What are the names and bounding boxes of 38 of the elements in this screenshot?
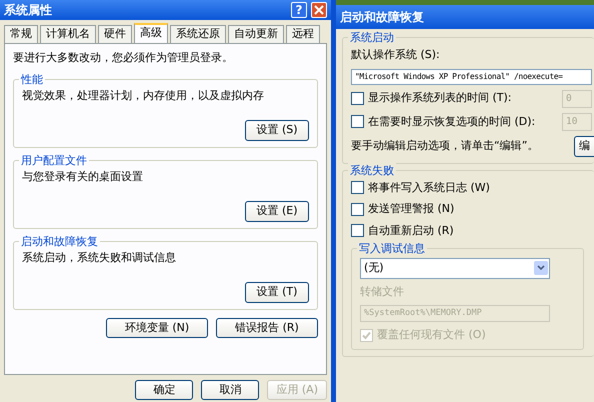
edit-note: 要手动编辑启动选项，请单击“编辑”。 (351, 138, 538, 154)
field-label: 默认操作系统 (S): (351, 47, 441, 63)
checkbox-label: 覆盖任何现有文件 (O) (377, 326, 486, 343)
edit-button[interactable]: 编 (574, 136, 594, 156)
close-icon[interactable] (311, 2, 327, 18)
tab[interactable]: 高级 (134, 23, 168, 43)
group-description: 系统启动，系统失败和调试信息 (22, 250, 177, 266)
checkbox-label: 发送管理警报 (N) (368, 201, 454, 217)
dialog-button[interactable]: 确定 (135, 380, 194, 400)
checkbox[interactable] (351, 181, 364, 194)
checkbox-label: 将事件写入系统日志 (W) (368, 180, 490, 196)
dropdown-value: (无) (364, 260, 384, 276)
checkbox-label: 在需要时显示恢复选项的时间 (D): (368, 114, 536, 130)
checkbox[interactable] (351, 202, 364, 216)
tab[interactable]: 自动更新 (228, 25, 284, 43)
group-description: 视觉效果，处理器计划，内存使用，以及虚拟内存 (22, 88, 265, 104)
field-label: 转储文件 (360, 284, 405, 300)
window-title: 系统属性 (4, 2, 52, 19)
help-button[interactable]: ? (291, 2, 307, 18)
settings-button[interactable]: 设置 (S) (245, 120, 309, 140)
checkbox-label: 自动重新启动 (R) (368, 222, 454, 238)
checkbox[interactable] (351, 224, 364, 238)
settings-button[interactable]: 设置 (T) (245, 282, 309, 302)
dialog-button[interactable]: 环境变量 (N) (106, 318, 208, 338)
os-dropdown[interactable]: "Microsoft Windows XP Professional" /noexecute= (351, 68, 592, 84)
settings-button[interactable]: 设置 (E) (245, 201, 309, 222)
admin-note: 要进行大多数改动，您必须作为管理员登录。 (13, 50, 234, 66)
dialog-button[interactable]: 取消 (201, 380, 260, 400)
checkbox-label: 显示操作系统列表的时间 (T): (368, 90, 513, 106)
window-title: 启动和故障恢复 (340, 9, 424, 26)
dialog-button[interactable]: 错误报告 (R) (216, 318, 318, 338)
tab[interactable]: 计算机名 (40, 25, 96, 43)
group-title: 系统失败 (348, 162, 396, 179)
tab[interactable]: 硬件 (98, 25, 132, 43)
group-description: 与您登录有关的桌面设置 (22, 168, 144, 184)
tab[interactable]: 远程 (286, 25, 320, 43)
tab[interactable]: 常规 (4, 25, 38, 43)
tab[interactable]: 系统还原 (170, 25, 226, 43)
